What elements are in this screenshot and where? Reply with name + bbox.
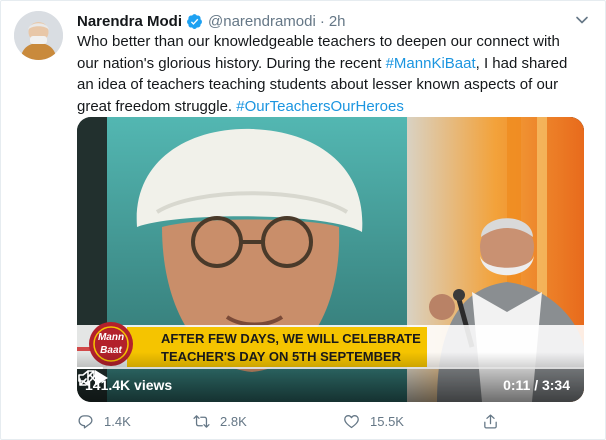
tweet-header: Narendra Modi @narendramodi · 2h — [77, 11, 346, 31]
share-action[interactable] — [482, 413, 509, 430]
hashtag-link[interactable]: #OurTeachersOurHeroes — [236, 98, 404, 115]
fullscreen-icon[interactable] — [77, 368, 97, 388]
tweet-actions: 1.4K 2.8K 15.5K — [77, 413, 581, 433]
retweet-icon — [193, 415, 210, 428]
retweet-count: 2.8K — [220, 414, 247, 429]
banner-logo-line1: Mann — [98, 332, 124, 343]
reply-icon — [78, 415, 93, 429]
author-name[interactable]: Narendra Modi — [77, 13, 182, 30]
header-separator: · — [319, 12, 325, 30]
heart-icon — [344, 415, 359, 429]
author-handle[interactable]: @narendramodi — [208, 13, 316, 30]
retweet-action[interactable]: 2.8K — [193, 413, 247, 430]
tweet-timestamp[interactable]: 2h — [329, 13, 346, 30]
tweet-card[interactable]: Narendra Modi @narendramodi · 2h Who bet… — [0, 0, 606, 440]
share-icon — [484, 414, 497, 429]
reply-action[interactable]: 1.4K — [77, 413, 131, 430]
like-action[interactable]: 15.5K — [343, 413, 404, 430]
tweet-text: Who better than our knowledgeable teache… — [77, 31, 581, 117]
video-frame: Mann Baat AFTER FEW DAYS, WE WILL CELEBR… — [77, 117, 584, 402]
verified-badge-icon — [187, 13, 202, 29]
author-avatar[interactable] — [14, 11, 63, 60]
video-timecode: 0:11 / 3:34 — [503, 377, 570, 393]
chevron-down-icon[interactable] — [575, 13, 589, 27]
hashtag-link[interactable]: #MannKiBaat — [386, 55, 476, 72]
video-controls: 141.4K views 0:11 / 3:34 — [77, 368, 584, 402]
like-count: 15.5K — [370, 414, 404, 429]
video-player[interactable]: Mann Baat AFTER FEW DAYS, WE WILL CELEBR… — [77, 117, 584, 402]
banner-line1: AFTER FEW DAYS, WE WILL CELEBRATE — [161, 331, 421, 346]
reply-count: 1.4K — [104, 414, 131, 429]
